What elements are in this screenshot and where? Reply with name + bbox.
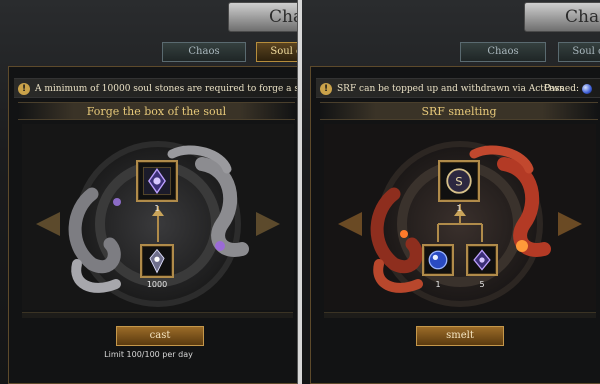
info-icon: ! (320, 82, 332, 95)
input-slot-right[interactable] (466, 244, 498, 276)
soul-stone-slot[interactable] (140, 244, 174, 278)
divider (324, 312, 596, 318)
tab-soul[interactable]: Soul c (256, 42, 297, 62)
soul-box-icon (473, 249, 491, 271)
result-count: 1 (154, 204, 160, 213)
info-icon: ! (18, 82, 30, 95)
serpent-ring-art (324, 124, 596, 310)
tab-chaos[interactable]: Chaos (460, 42, 546, 62)
tab-bar: Chaos Soul c (302, 42, 600, 62)
tab-bar: Chaos Soul c (0, 42, 297, 62)
info-notice: ! A minimum of 10000 soul stones are requ… (14, 78, 297, 98)
soul-stone-count: 1000 (146, 280, 168, 289)
section-title: Forge the box of the soul (18, 102, 295, 120)
owned-indicator: Owned: (544, 79, 592, 97)
srf-orb-icon (428, 250, 448, 270)
srf-smelting-panel: Chaos Chaos Soul c ! SRF can be topped up… (302, 0, 600, 384)
divider (22, 312, 293, 318)
srf-coin-icon: S (446, 168, 472, 194)
soul-forge-panel: Chaos Chaos Soul c ! A minimum of 10000 s… (0, 0, 298, 384)
svg-text:S: S (455, 175, 462, 189)
tab-soul[interactable]: Soul c (558, 42, 600, 62)
input-slot-left[interactable] (422, 244, 454, 276)
window-title: Chaos (524, 2, 600, 32)
notice-text: A minimum of 10000 soul stones are requi… (35, 84, 297, 94)
window-title: Chaos (228, 2, 297, 32)
smelt-button[interactable]: smelt (416, 326, 504, 346)
smelt-artwork: S 1 1 5 (324, 124, 596, 310)
soul-stone-icon (149, 248, 165, 274)
input-left-count: 1 (435, 280, 441, 289)
result-slot[interactable] (136, 160, 178, 202)
tab-chaos[interactable]: Chaos (162, 42, 246, 62)
result-slot[interactable]: S (438, 160, 480, 202)
notice-text: SRF can be topped up and withdrawn via A… (337, 84, 565, 94)
section-title: SRF smelting (320, 102, 598, 120)
result-count: 1 (456, 204, 462, 213)
soul-box-icon (142, 166, 172, 196)
daily-limit: Limit 100/100 per day (104, 350, 193, 359)
owned-label: Owned: (544, 84, 579, 94)
cast-button[interactable]: cast (116, 326, 204, 346)
forge-artwork: 1 1000 (22, 124, 294, 310)
srf-orb-icon (582, 83, 592, 94)
input-right-count: 5 (479, 280, 485, 289)
info-notice: ! SRF can be topped up and withdrawn via … (316, 78, 600, 98)
